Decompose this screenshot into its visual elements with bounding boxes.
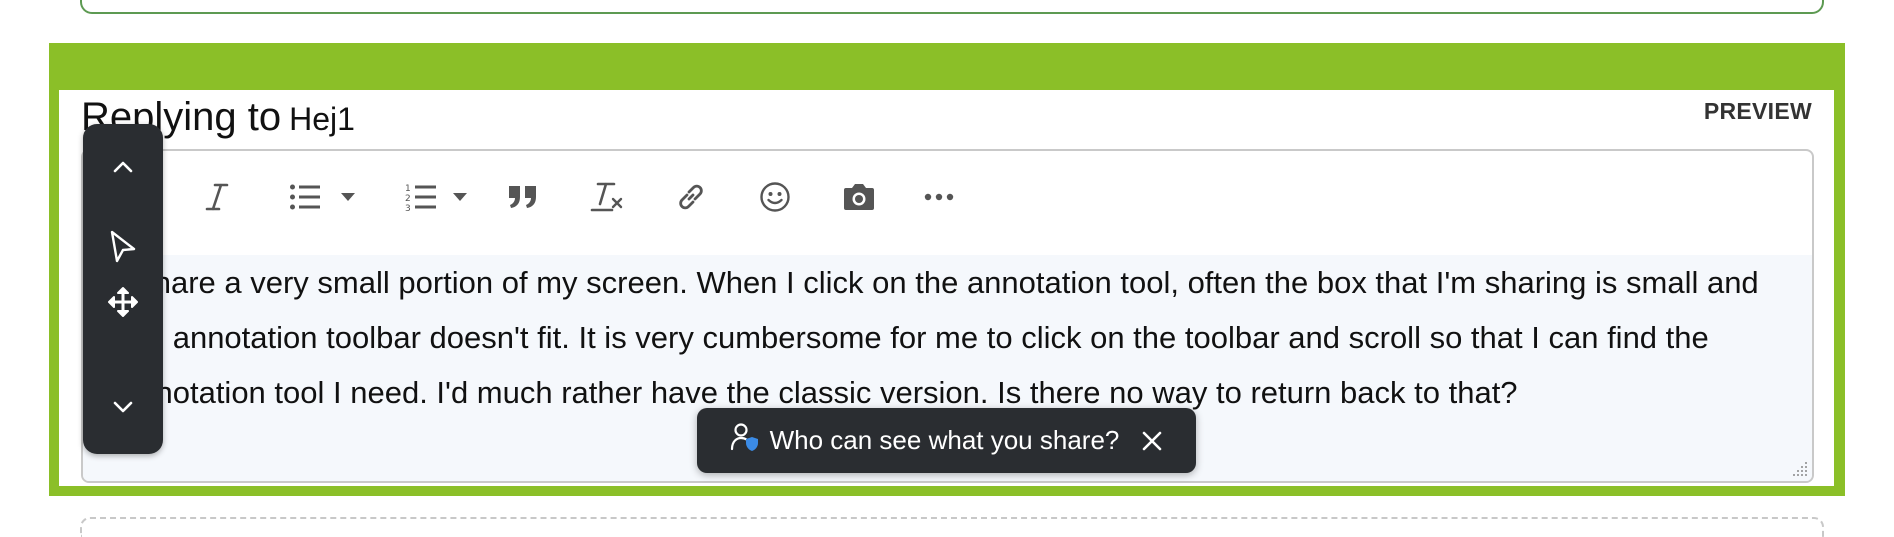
pointer-icon <box>109 230 137 269</box>
link-icon <box>676 182 706 212</box>
blockquote-button[interactable] <box>501 175 545 219</box>
caret-down-icon <box>340 192 356 202</box>
insert-image-button[interactable] <box>837 175 881 219</box>
bulleted-list-icon <box>289 183 321 211</box>
clear-formatting-button[interactable] <box>585 175 629 219</box>
privacy-notice-label: Who can see what you share? <box>769 425 1120 455</box>
insert-emoji-button[interactable] <box>753 175 797 219</box>
clear-format-icon <box>590 181 624 213</box>
preview-button[interactable]: PREVIEW <box>1704 98 1812 125</box>
more-icon <box>924 193 954 201</box>
move-icon <box>107 286 139 323</box>
camera-icon <box>841 182 877 212</box>
privacy-notice-button[interactable]: Who can see what you share? <box>697 408 1196 473</box>
caret-down-icon <box>452 192 468 202</box>
italic-icon <box>204 182 230 212</box>
annotation-toolbar <box>83 124 163 454</box>
emoji-icon <box>759 181 791 213</box>
next-post-placeholder <box>80 517 1824 537</box>
chevron-up-icon <box>113 160 133 178</box>
svg-text:2: 2 <box>405 194 411 204</box>
user-shield-icon <box>730 422 760 459</box>
bulleted-list-dropdown[interactable] <box>337 175 359 219</box>
chevron-down-icon <box>113 400 133 418</box>
bulleted-list-button[interactable] <box>283 175 327 219</box>
numbered-list-icon: 1 2 3 <box>405 182 437 212</box>
reply-target-user[interactable]: Hej1 <box>289 101 355 138</box>
numbered-list-dropdown[interactable] <box>449 175 471 219</box>
quote-icon <box>507 184 539 210</box>
svg-text:3: 3 <box>405 204 411 212</box>
numbered-list-button[interactable]: 1 2 3 <box>399 175 443 219</box>
italic-button[interactable] <box>195 175 239 219</box>
resize-handle-icon[interactable] <box>1792 461 1808 477</box>
insert-link-button[interactable] <box>669 175 713 219</box>
close-icon[interactable] <box>1141 430 1163 452</box>
pointer-tool-button[interactable] <box>83 219 163 279</box>
move-tool-button[interactable] <box>83 274 163 334</box>
editor-toolbar: 1 2 3 <box>83 151 1812 251</box>
more-options-button[interactable] <box>917 175 961 219</box>
toolbar-scroll-up-button[interactable] <box>83 139 163 199</box>
toolbar-scroll-down-button[interactable] <box>83 379 163 439</box>
svg-text:1: 1 <box>405 184 411 194</box>
previous-post-card <box>80 0 1824 14</box>
